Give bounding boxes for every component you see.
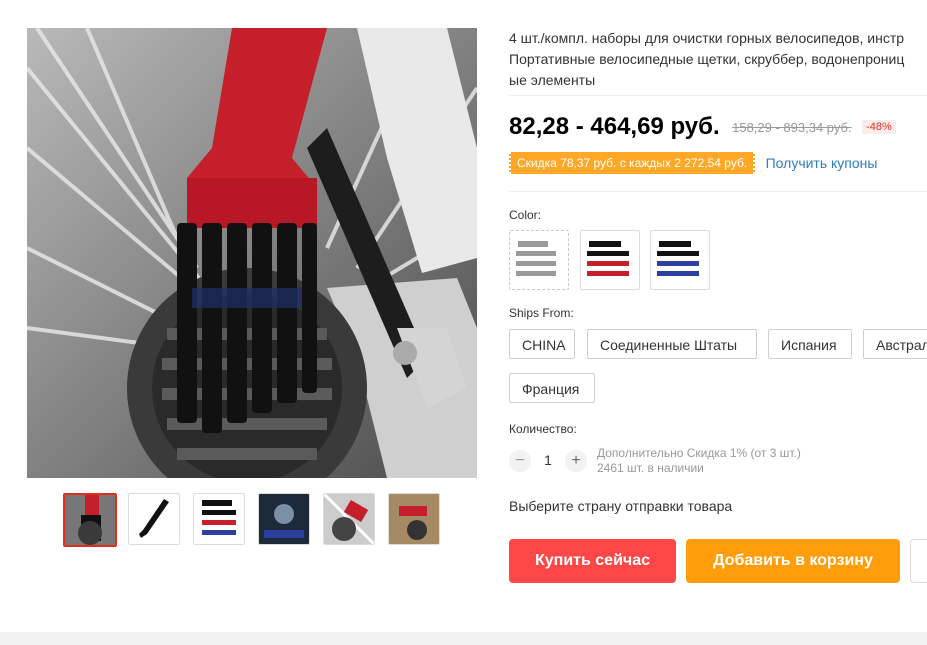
color-swatch-silver[interactable] (509, 230, 569, 290)
thumbnail-3[interactable] (193, 493, 245, 545)
divider (509, 191, 927, 192)
thumbnail-6[interactable] (388, 493, 440, 545)
thumbnail-4[interactable] (258, 493, 310, 545)
ships-from-australia[interactable]: Австрал (863, 329, 927, 359)
ships-from-label: Ships From: (509, 306, 574, 320)
thumbnail-1[interactable] (63, 493, 117, 547)
thumbnail-2[interactable] (128, 493, 180, 545)
quantity-label: Количество: (509, 422, 577, 436)
main-product-image[interactable] (27, 28, 477, 478)
coupon-tag[interactable]: Скидка 78,37 руб. с каждых 2 272,54 руб. (509, 152, 756, 174)
ships-from-us[interactable]: Соединенные Штаты (587, 329, 757, 359)
quantity-note: Дополнительно Скидка 1% (от 3 шт.) 2461 … (597, 446, 801, 476)
footer-strip (0, 632, 927, 645)
color-swatch-blue[interactable] (650, 230, 710, 290)
color-swatch-red[interactable] (580, 230, 640, 290)
coupon-row: Скидка 78,37 руб. с каждых 2 272,54 руб.… (509, 152, 877, 174)
product-title-line: 4 шт./компл. наборы для очистки горных в… (509, 30, 905, 46)
ships-from-china[interactable]: CHINA (509, 329, 575, 359)
ship-country-prompt: Выберите страну отправки товара (509, 498, 733, 514)
old-price: 158,29 - 893,34 руб. (732, 119, 852, 135)
stock-note: 2461 шт. в наличии (597, 461, 704, 475)
current-price: 82,28 - 464,69 руб. (509, 113, 720, 140)
product-title: 4 шт./компл. наборы для очистки горных в… (509, 28, 927, 91)
product-photo (27, 28, 477, 478)
product-title-line: Портативные велосипедные щетки, скруббер… (509, 51, 905, 67)
ships-from-france[interactable]: Франция (509, 373, 595, 403)
thumbnail-5[interactable] (323, 493, 375, 545)
get-coupons-link[interactable]: Получить купоны (766, 155, 878, 171)
divider (509, 95, 927, 96)
price-row: 82,28 - 464,69 руб. 158,29 - 893,34 руб.… (509, 113, 896, 141)
add-to-cart-button[interactable]: Добавить в корзину (686, 539, 900, 583)
bulk-discount-note: Дополнительно Скидка 1% (от 3 шт.) (597, 446, 801, 460)
buy-now-button[interactable]: Купить сейчас (509, 539, 676, 583)
ships-from-spain[interactable]: Испания (768, 329, 852, 359)
quantity-minus-button[interactable]: − (509, 450, 531, 472)
quantity-plus-button[interactable]: + (565, 450, 587, 472)
product-title-line: ые элементы (509, 72, 596, 88)
coupon-text: Скидка 78,37 руб. с каждых 2 272,54 руб. (517, 156, 748, 170)
color-label: Color: (509, 208, 542, 222)
discount-badge: -48% (862, 120, 896, 134)
wishlist-button[interactable] (910, 539, 927, 583)
quantity-value[interactable]: 1 (540, 452, 556, 468)
